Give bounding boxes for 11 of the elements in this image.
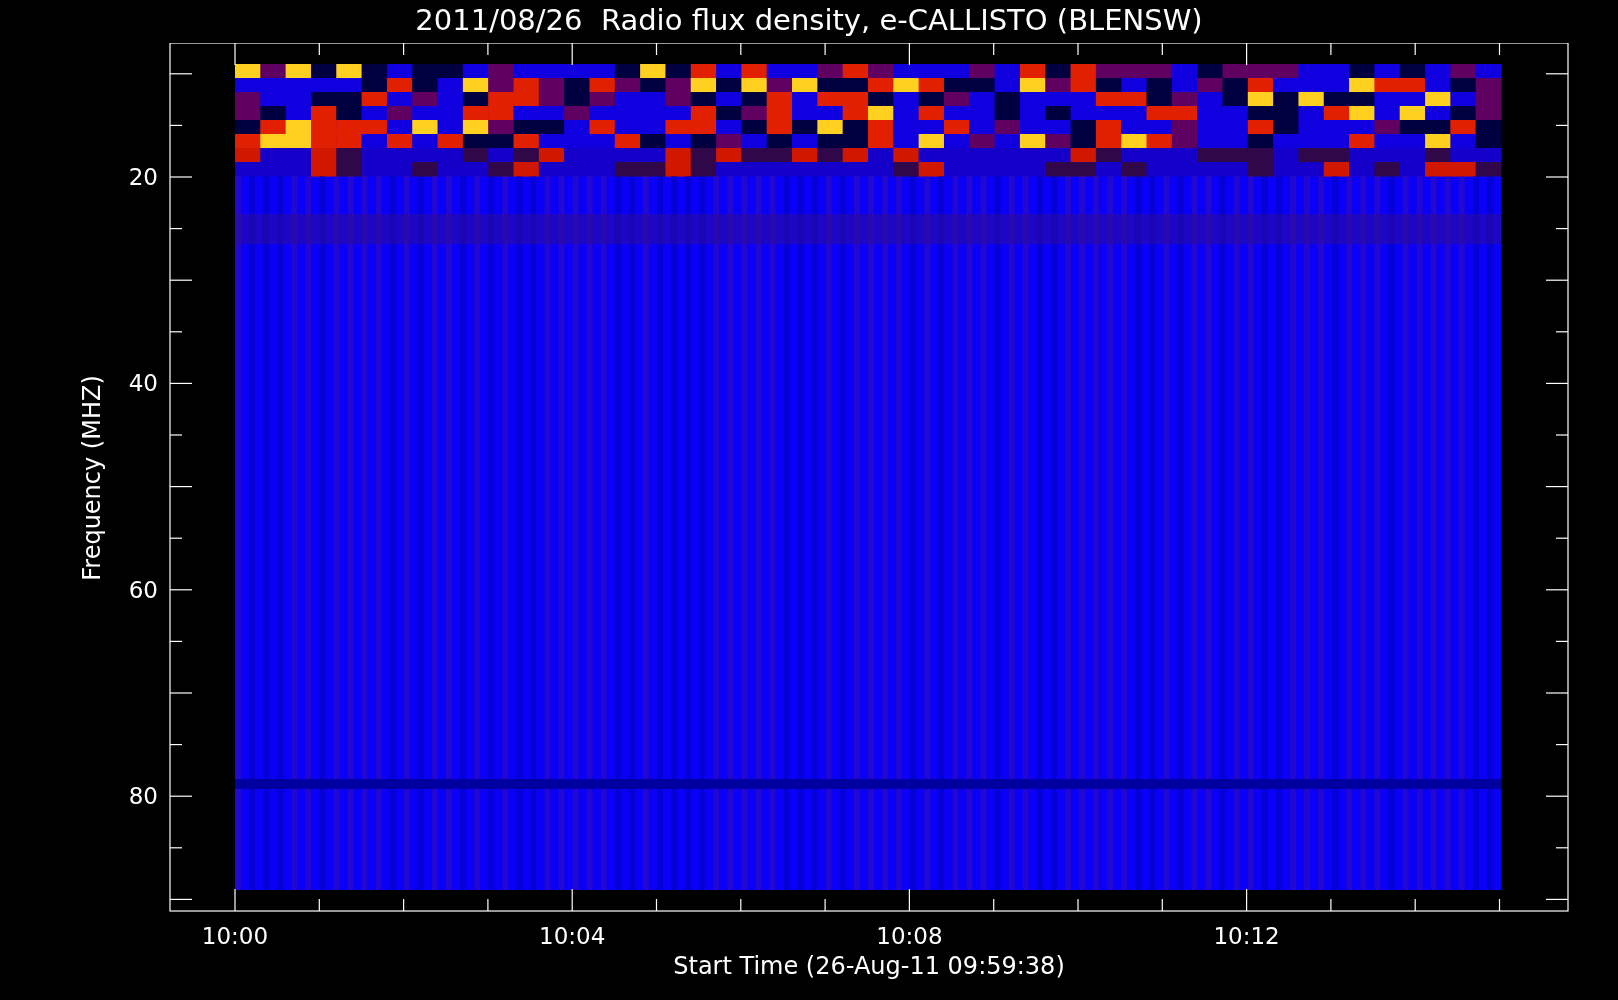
y-tick-label: 80	[128, 783, 158, 810]
x-tick-label: 10:04	[539, 923, 606, 949]
x-tick-label: 10:12	[1213, 923, 1280, 949]
y-tick-label: 40	[128, 370, 158, 397]
x-tick-label: 10:08	[876, 923, 943, 949]
x-tick-label: 10:00	[201, 923, 269, 949]
y-tick-label: 60	[128, 576, 158, 603]
chart-title: 2011/08/26 Radio flux density, e-CALLISTO (BLENSW)	[415, 2, 1203, 39]
y-tick-label: 20	[128, 164, 158, 190]
y-axis-label: Frequency (MHZ)	[78, 375, 106, 581]
x-axis-label: Start Time (26-Aug-11 09:59:38)	[673, 952, 1065, 980]
